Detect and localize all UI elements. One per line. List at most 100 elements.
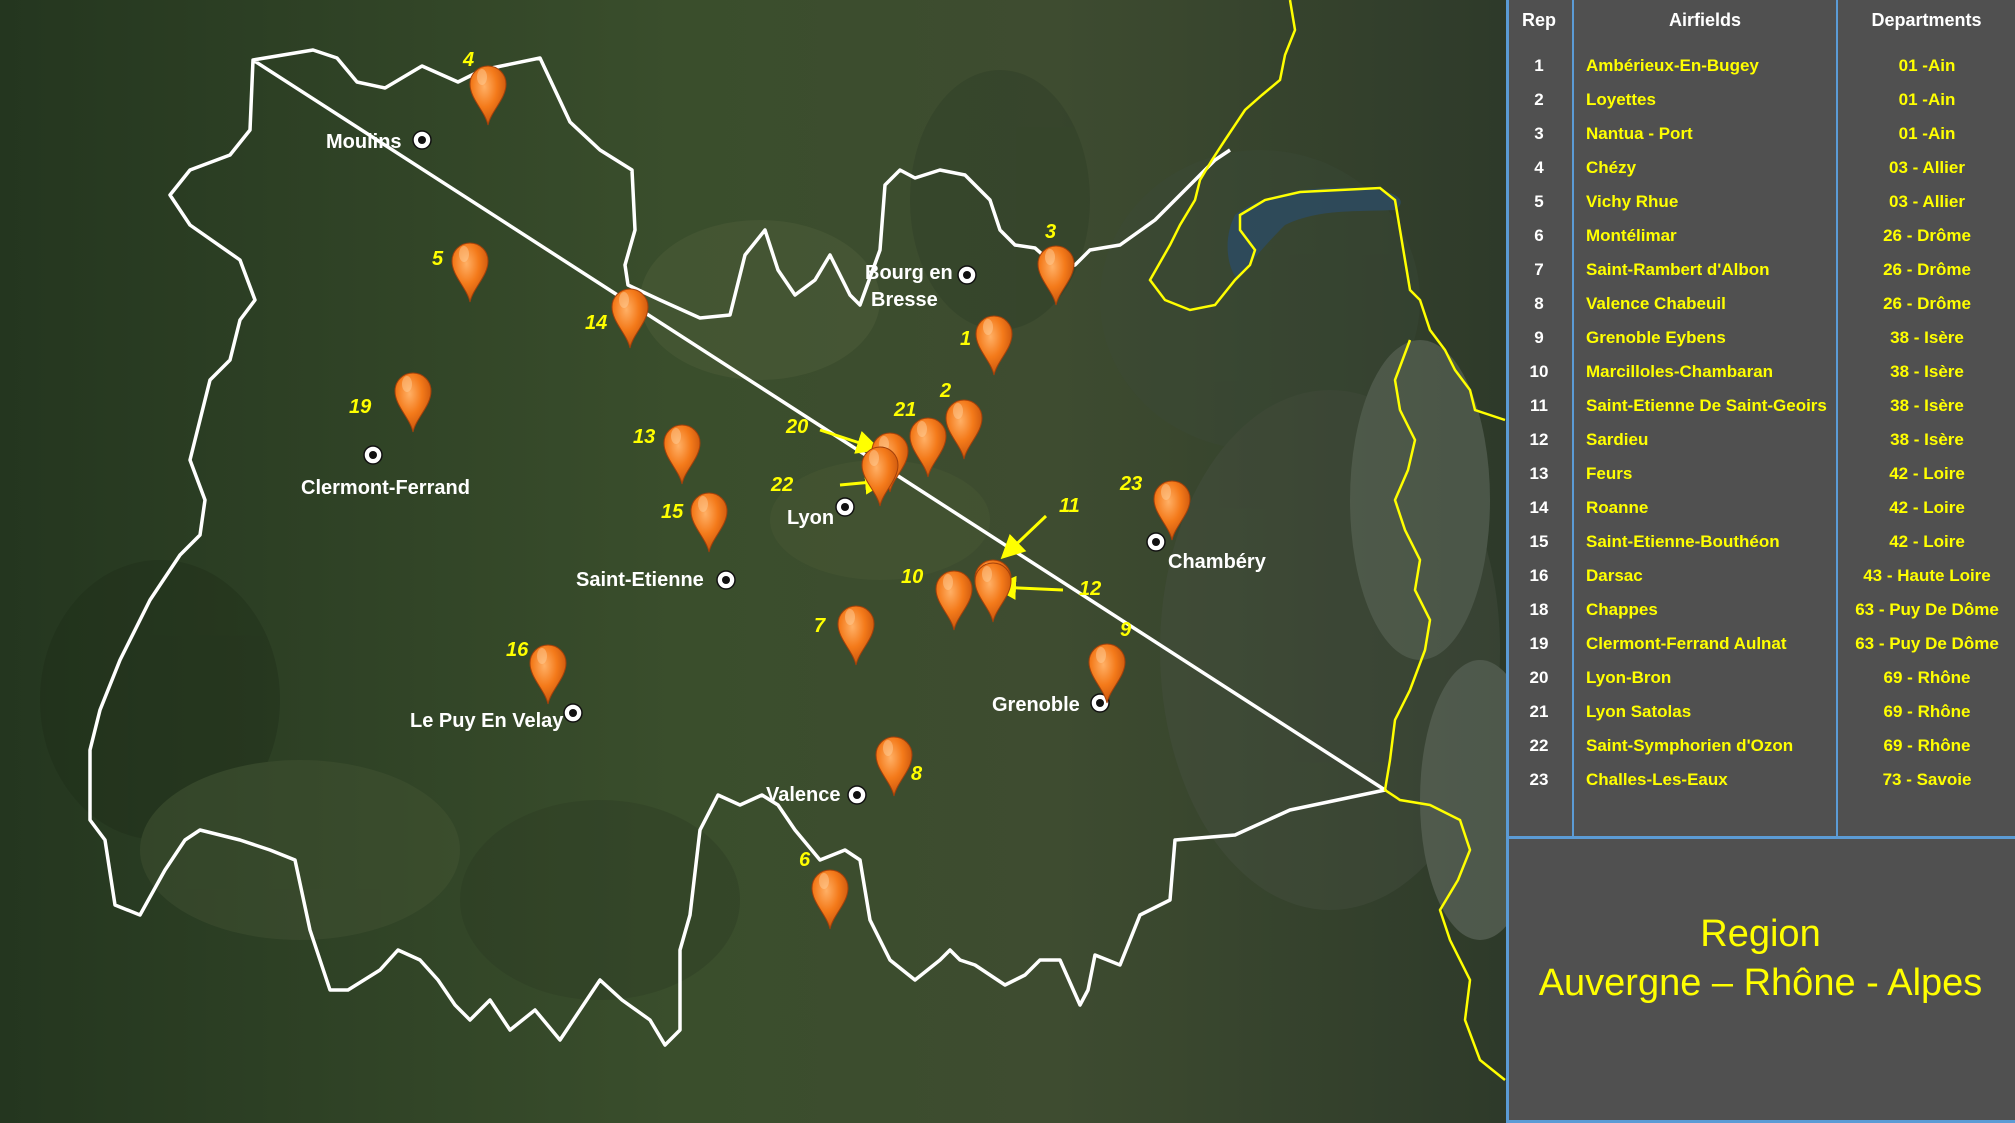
rep-number: 18: [1529, 600, 1549, 619]
rep-number: 3: [1534, 124, 1544, 143]
airfield-name: Valence Chabeuil: [1586, 294, 1726, 313]
rep-number: 14: [1529, 498, 1549, 517]
airfield-name: Montélimar: [1586, 226, 1677, 245]
airfield-name: Chappes: [1586, 600, 1658, 619]
marker-number: 8: [911, 763, 923, 785]
marker-number: 7: [814, 615, 826, 637]
department-name: 03 - Allier: [1889, 192, 1965, 211]
airfield-name: Grenoble Eybens: [1586, 328, 1726, 347]
marker-number: 19: [349, 396, 372, 418]
marker-number: 21: [893, 399, 916, 421]
department-name: 73 - Savoie: [1882, 770, 1972, 789]
marker-number: 23: [1119, 473, 1142, 495]
city-label: Saint-Etienne: [576, 569, 704, 591]
marker-number: 9: [1120, 619, 1132, 641]
marker-number: 13: [633, 426, 655, 448]
marker-number: 4: [462, 49, 474, 71]
airfield-name: Vichy Rhue: [1586, 192, 1679, 211]
department-name: 42 - Loire: [1889, 464, 1965, 483]
city-label: Clermont-Ferrand: [301, 477, 470, 499]
city-label: Lyon: [787, 507, 834, 529]
rep-number: 7: [1534, 260, 1544, 279]
marker-number: 10: [901, 566, 923, 588]
airfield-name: Ambérieux-En-Bugey: [1586, 56, 1759, 75]
marker-number: 2: [939, 380, 951, 402]
airfield-name: Feurs: [1586, 464, 1633, 483]
department-name: 38 - Isère: [1890, 430, 1964, 449]
airfield-name: Challes-Les-Eaux: [1586, 770, 1728, 789]
rep-number: 11: [1530, 396, 1548, 415]
rep-number: 12: [1529, 430, 1549, 449]
department-name: 38 - Isère: [1890, 362, 1964, 381]
airfields-panel: Rep Airfields Departments 1 Ambérieux-En-…: [1506, 0, 2015, 1123]
marker-number: 6: [799, 849, 811, 871]
column-header-airfields: Airfields: [1668, 10, 1742, 30]
department-name: 26 - Drôme: [1883, 260, 1971, 279]
column-header-rep: Rep: [1521, 10, 1556, 30]
department-name: 03 - Allier: [1889, 158, 1965, 177]
airfield-name: Saint-Rambert d'Albon: [1586, 260, 1770, 279]
airfield-name: Lyon Satolas: [1586, 702, 1692, 721]
rep-number: 8: [1534, 294, 1544, 313]
marker-number: 12: [1079, 578, 1101, 600]
department-name: 38 - Isère: [1890, 328, 1964, 347]
rep-number: 9: [1534, 328, 1544, 347]
rep-number: 13: [1529, 464, 1549, 483]
department-name: 01 -Ain: [1898, 124, 1956, 143]
city-label: Bourg en: [865, 262, 953, 284]
marker-number: 20: [785, 416, 808, 438]
city-label: Grenoble: [992, 694, 1080, 716]
department-name: 01 -Ain: [1898, 56, 1956, 75]
airfield-name: Saint-Etienne De Saint-Geoirs: [1586, 396, 1827, 415]
rep-number: 23: [1529, 770, 1549, 789]
rep-number: 5: [1534, 192, 1544, 211]
airfield-name: Marcilloles-Chambaran: [1586, 362, 1774, 381]
department-name: 26 - Drôme: [1883, 294, 1971, 313]
marker-number: 15: [661, 501, 684, 523]
city-label: Bresse: [871, 289, 938, 311]
rep-number: 16: [1529, 566, 1549, 585]
marker-number: 5: [432, 248, 444, 270]
department-name: 69 - Rhône: [1883, 702, 1971, 721]
department-name: 38 - Isère: [1890, 396, 1964, 415]
airfield-name: Saint-Symphorien d'Ozon: [1586, 736, 1794, 755]
region-label: Region: [1700, 913, 1821, 955]
city-label: Chambéry: [1168, 551, 1267, 573]
department-name: 69 - Rhône: [1883, 736, 1971, 755]
satellite-map[interactable]: Moulins Bourg en Bresse Clermont-Ferrand…: [0, 0, 1506, 1123]
rep-number: 10: [1529, 362, 1549, 381]
table-divider-1: [1572, 0, 1574, 838]
airfield-name: Nantua - Port: [1586, 124, 1693, 143]
city-label: Valence: [766, 784, 841, 806]
rep-number: 1: [1534, 56, 1544, 75]
rep-number: 15: [1529, 532, 1549, 551]
marker-number: 3: [1045, 221, 1056, 243]
airfield-name: Lyon-Bron: [1586, 668, 1672, 687]
airfield-name: Clermont-Ferrand Aulnat: [1586, 634, 1787, 653]
marker-number: 14: [585, 312, 607, 334]
department-name: 42 - Loire: [1889, 498, 1965, 517]
airfield-name: Chézy: [1586, 158, 1637, 177]
airfield-name: Saint-Etienne-Bouthéon: [1586, 532, 1780, 551]
rep-number: 4: [1534, 158, 1544, 177]
rep-number: 21: [1529, 702, 1549, 721]
department-name: 63 - Puy De Dôme: [1855, 634, 1999, 653]
marker-number: 16: [506, 639, 529, 661]
rep-number: 6: [1534, 226, 1544, 245]
map-page: Moulins Bourg en Bresse Clermont-Ferrand…: [0, 0, 2015, 1123]
marker-number: 1: [960, 328, 971, 350]
department-name: 69 - Rhône: [1883, 668, 1971, 687]
airfield-name: Roanne: [1586, 498, 1649, 517]
rep-number: 20: [1529, 668, 1549, 687]
rep-number: 19: [1529, 634, 1549, 653]
table-divider-bottom: [1506, 836, 2015, 839]
marker-number: 11: [1059, 495, 1080, 517]
marker-number: 22: [770, 474, 793, 496]
department-name: 42 - Loire: [1889, 532, 1965, 551]
airfield-name: Darsac: [1586, 566, 1643, 585]
region-name: Auvergne – Rhône - Alpes: [1538, 962, 1983, 1004]
department-name: 26 - Drôme: [1883, 226, 1971, 245]
department-name: 63 - Puy De Dôme: [1855, 600, 1999, 619]
department-name: 01 -Ain: [1898, 90, 1956, 109]
rep-number: 22: [1529, 736, 1549, 755]
